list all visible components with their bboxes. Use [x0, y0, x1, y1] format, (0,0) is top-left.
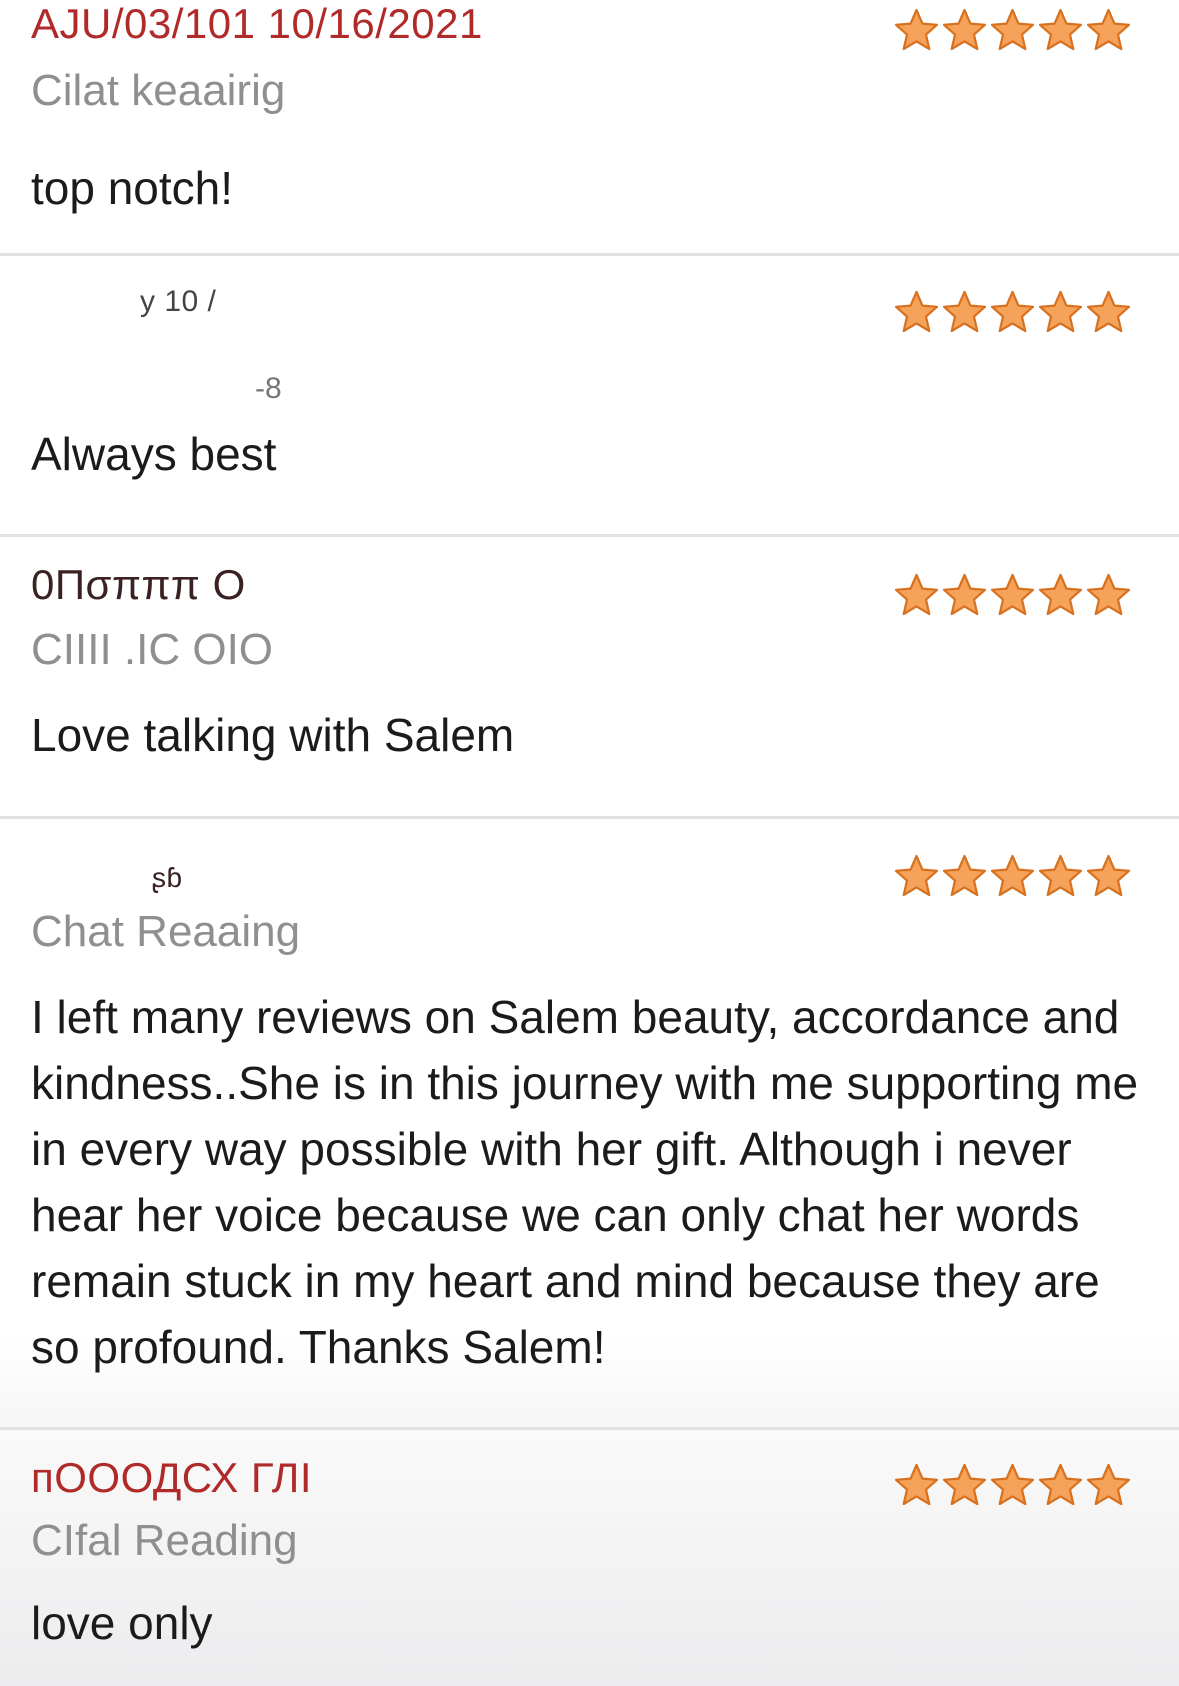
reading-type: CIfal Reading — [31, 1516, 298, 1565]
reading-type: Chat Reaaing — [31, 907, 301, 956]
rating-stars — [893, 289, 1132, 336]
star-icon — [989, 7, 1036, 54]
review-item: пОООДСХ ГЛІ CIfal Reading love only — [0, 1430, 1179, 1686]
review-date: ʂɓ — [152, 862, 183, 893]
star-icon — [1037, 7, 1084, 54]
star-icon — [893, 1462, 940, 1509]
star-icon — [941, 853, 988, 900]
review-comment: Love talking with Salem — [31, 709, 515, 761]
star-icon — [941, 572, 988, 619]
star-icon — [1085, 1462, 1132, 1509]
star-icon — [1085, 853, 1132, 900]
star-icon — [941, 7, 988, 54]
star-icon — [893, 572, 940, 619]
reading-type: -8 — [255, 372, 282, 405]
review-comment: top notch! — [31, 162, 234, 214]
star-icon — [893, 289, 940, 336]
star-icon — [1037, 572, 1084, 619]
star-icon — [1085, 7, 1132, 54]
review-item: AJU/03/101 10/16/2021 Cilat keaairig top… — [0, 0, 1179, 256]
review-date: пОООДСХ ГЛІ — [31, 1454, 313, 1501]
review-comment: Always best — [31, 428, 277, 480]
star-icon — [1037, 853, 1084, 900]
review-date: AJU/03/101 10/16/2021 — [31, 0, 483, 47]
reading-type: CIIII .IC OIO — [31, 625, 274, 674]
review-date: у 10 / — [140, 285, 217, 318]
star-icon — [1037, 1462, 1084, 1509]
rating-stars — [893, 7, 1132, 54]
star-icon — [893, 853, 940, 900]
star-icon — [893, 7, 940, 54]
review-date: 0Пσπππ О — [31, 561, 246, 608]
review-comment: love only — [31, 1597, 213, 1649]
review-item: ʂɓ Chat Reaaing I left many reviews on S… — [0, 819, 1179, 1430]
rating-stars — [893, 572, 1132, 619]
star-icon — [1085, 289, 1132, 336]
star-icon — [941, 1462, 988, 1509]
star-icon — [989, 289, 1036, 336]
rating-stars — [893, 853, 1132, 900]
star-icon — [941, 289, 988, 336]
star-icon — [1085, 572, 1132, 619]
star-icon — [1037, 289, 1084, 336]
star-icon — [989, 853, 1036, 900]
review-comment: I left many reviews on Salem beauty, acc… — [31, 991, 1139, 1373]
review-item: у 10 / -8 Always best — [0, 256, 1179, 537]
star-icon — [989, 1462, 1036, 1509]
rating-stars — [893, 1462, 1132, 1509]
star-icon — [989, 572, 1036, 619]
review-item: 0Пσπππ О CIIII .IC OIO Love talking with… — [0, 537, 1179, 819]
reading-type: Cilat keaairig — [31, 66, 286, 115]
reviews-list: AJU/03/101 10/16/2021 Cilat keaairig top… — [0, 0, 1179, 1686]
